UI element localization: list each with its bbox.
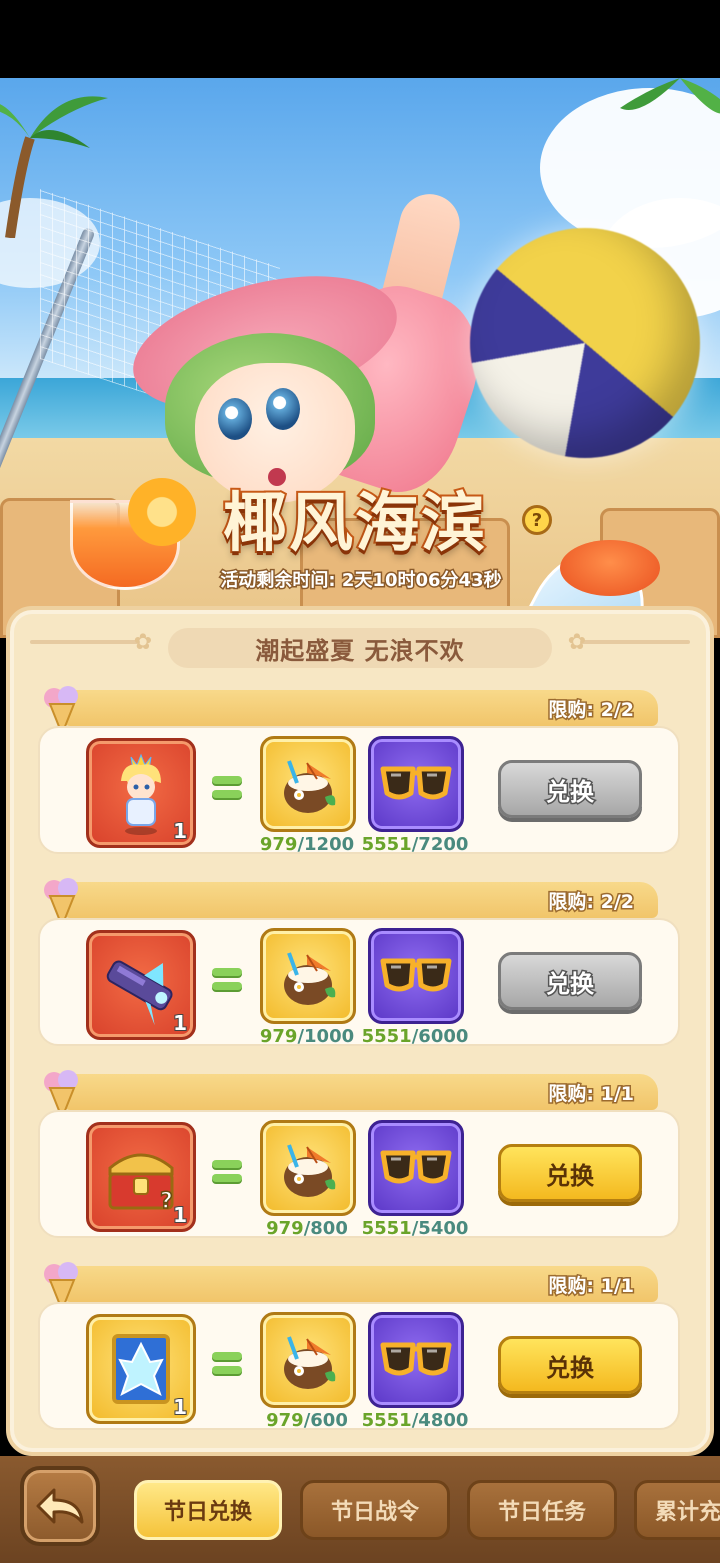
coconut-drink-icon [284, 1336, 336, 1389]
sunglasses-icon [380, 766, 452, 800]
sunglasses-icon [380, 1342, 452, 1376]
palm-tree-icon [620, 78, 720, 114]
tab-cumulative-recharge[interactable]: 累计充 [634, 1480, 720, 1540]
divider-ornament [30, 640, 140, 644]
required-amount: /6000 [411, 1026, 469, 1047]
cost-count-sunglasses: 5551/5400 [360, 1218, 470, 1239]
help-button[interactable]: ? [522, 505, 552, 535]
svg-text:?: ? [160, 1189, 173, 1214]
cost-slot-coconut[interactable] [260, 1120, 356, 1216]
cost-count-coconut: 979/1000 [252, 1026, 362, 1047]
card-header: 限购: 1/1 [64, 1266, 658, 1302]
volleyball-icon [470, 228, 700, 458]
cost-count-coconut: 979/600 [252, 1410, 362, 1431]
character-eye [266, 388, 300, 430]
equals-icon [212, 968, 242, 990]
equals-icon [212, 776, 242, 798]
exchange-button[interactable]: 兑换 [498, 1144, 642, 1202]
cost-slot-coconut[interactable] [260, 736, 356, 832]
owned-amount: 979 [266, 1218, 304, 1239]
required-amount: /600 [303, 1410, 348, 1431]
divider-ornament [580, 640, 690, 644]
ice-crystal-card-icon [112, 1334, 170, 1404]
reward-slot[interactable]: 1 [86, 1314, 196, 1424]
exchange-button[interactable]: 兑换 [498, 760, 642, 818]
exchange-button[interactable]: 兑换 [498, 952, 642, 1010]
cost-slot-sunglasses[interactable] [368, 736, 464, 832]
owned-amount: 5551 [361, 1218, 412, 1239]
timer-label: 活动剩余时间: [219, 569, 337, 593]
reward-quantity: 1 [172, 818, 188, 844]
cost-count-sunglasses: 5551/7200 [360, 834, 470, 855]
required-amount: /4800 [411, 1410, 469, 1431]
required-amount: /800 [303, 1218, 348, 1239]
coconut-drink-icon [284, 760, 336, 813]
panel-subtitle: 潮起盛夏 无浪不欢 [168, 628, 552, 668]
crab-icon [560, 540, 660, 596]
purchase-limit: 限购: 1/1 [547, 1274, 636, 1299]
owned-amount: 979 [259, 834, 298, 855]
back-button[interactable] [20, 1466, 100, 1546]
reward-slot[interactable]: 1 [86, 738, 196, 848]
sunglasses-icon [380, 1150, 452, 1184]
card-header: 限购: 2/2 [64, 690, 658, 726]
ice-blaster-weapon-icon [106, 960, 173, 1025]
character-eye [218, 398, 252, 440]
card-header: 限购: 2/2 [64, 882, 658, 918]
reward-slot[interactable]: ? 1 [86, 1122, 196, 1232]
cost-slot-coconut[interactable] [260, 1312, 356, 1408]
coconut-drink-icon [284, 1144, 336, 1197]
equals-icon [212, 1160, 242, 1182]
required-amount: /1000 [297, 1026, 355, 1047]
coconut-drink-icon [284, 952, 336, 1005]
purchase-limit: 限购: 2/2 [547, 890, 636, 915]
purchase-limit: 限购: 1/1 [547, 1082, 636, 1107]
cost-count-coconut: 979/800 [252, 1218, 362, 1239]
tab-festival-exchange[interactable]: 节日兑换 [134, 1480, 282, 1540]
flower-ornament-icon: ✿ [567, 630, 587, 655]
owned-amount: 5551 [361, 1410, 412, 1431]
required-amount: /7200 [411, 834, 469, 855]
exchange-button[interactable]: 兑换 [498, 1336, 642, 1394]
cost-slot-sunglasses[interactable] [368, 1312, 464, 1408]
sunglasses-icon [380, 958, 452, 992]
owned-amount: 979 [259, 1026, 298, 1047]
back-arrow-icon [36, 1488, 84, 1524]
purchase-limit: 限购: 2/2 [547, 698, 636, 723]
orange-slice-icon [128, 478, 196, 546]
reward-slot[interactable]: 1 [86, 930, 196, 1040]
cost-slot-coconut[interactable] [260, 928, 356, 1024]
event-timer: 活动剩余时间: 2天10时06分43秒 [206, 566, 516, 593]
reward-quantity: 1 [172, 1010, 188, 1036]
cost-count-sunglasses: 5551/6000 [360, 1026, 470, 1047]
tab-festival-tasks[interactable]: 节日任务 [467, 1480, 617, 1540]
required-amount: /5400 [411, 1218, 469, 1239]
owned-amount: 5551 [361, 834, 412, 855]
flower-ornament-icon: ✿ [133, 630, 153, 655]
required-amount: /1200 [297, 834, 355, 855]
mystery-treasure-chest-icon: ? [108, 1153, 174, 1215]
cost-slot-sunglasses[interactable] [368, 928, 464, 1024]
cost-count-coconut: 979/1200 [252, 834, 362, 855]
cost-count-sunglasses: 5551/4800 [360, 1410, 470, 1431]
owned-amount: 5551 [361, 1026, 412, 1047]
equals-icon [212, 1352, 242, 1374]
cost-slot-sunglasses[interactable] [368, 1120, 464, 1216]
card-header: 限购: 1/1 [64, 1074, 658, 1110]
app-root: 椰风海滨 ? 活动剩余时间: 2天10时06分43秒 ✿ ✿ 潮起盛夏 无浪不欢… [0, 0, 720, 1563]
reward-quantity: 1 [172, 1394, 188, 1420]
event-title: 椰风海滨 [221, 485, 487, 563]
timer-value: 2天10时06分43秒 [340, 569, 503, 593]
reward-quantity: 1 [172, 1202, 188, 1228]
prince-character-icon [121, 753, 161, 835]
owned-amount: 979 [266, 1410, 304, 1431]
tab-festival-pass[interactable]: 节日战令 [300, 1480, 450, 1540]
